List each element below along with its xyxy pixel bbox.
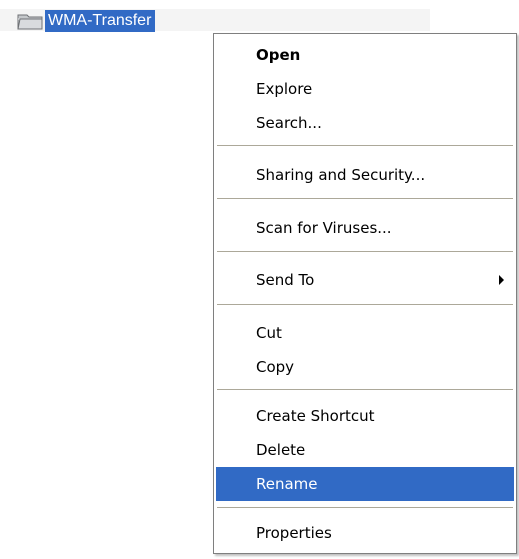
menu-item-properties[interactable]: Properties xyxy=(216,516,514,550)
menu-separator xyxy=(217,251,513,252)
menu-separator xyxy=(217,145,513,146)
context-menu: Open Explore Search... Sharing and Secur… xyxy=(213,33,517,554)
menu-item-label: Sharing and Security... xyxy=(256,166,426,184)
menu-separator xyxy=(217,304,513,305)
menu-item-label: Delete xyxy=(256,441,306,459)
menu-item-cut[interactable]: Cut xyxy=(216,316,514,350)
menu-item-scan-viruses[interactable]: Scan for Viruses... xyxy=(216,211,514,245)
tree-item-wma-transfer[interactable]: WMA-Transfer xyxy=(17,10,156,32)
menu-item-label: Search... xyxy=(256,114,322,132)
menu-item-send-to[interactable]: Send To xyxy=(216,263,514,297)
menu-separator xyxy=(217,198,513,199)
submenu-arrow-icon xyxy=(499,275,504,285)
menu-item-search[interactable]: Search... xyxy=(216,106,514,140)
menu-separator xyxy=(217,507,513,508)
menu-separator xyxy=(217,389,513,390)
menu-item-explore[interactable]: Explore xyxy=(216,72,514,106)
folder-icon xyxy=(17,14,43,30)
menu-item-open[interactable]: Open xyxy=(216,38,514,72)
menu-item-label: Rename xyxy=(256,475,318,493)
menu-item-sharing-security[interactable]: Sharing and Security... xyxy=(216,158,514,192)
menu-item-label: Scan for Viruses... xyxy=(256,219,392,237)
menu-item-label: Explore xyxy=(256,80,313,98)
menu-item-label: Create Shortcut xyxy=(256,407,375,425)
tree-item-label[interactable]: WMA-Transfer xyxy=(45,10,156,32)
menu-item-copy[interactable]: Copy xyxy=(216,350,514,384)
menu-item-create-shortcut[interactable]: Create Shortcut xyxy=(216,399,514,433)
menu-item-label: Send To xyxy=(256,271,315,289)
menu-item-rename[interactable]: Rename xyxy=(216,467,514,501)
menu-item-label: Copy xyxy=(256,358,295,376)
menu-item-delete[interactable]: Delete xyxy=(216,433,514,467)
menu-item-label: Properties xyxy=(256,524,332,542)
menu-item-label: Cut xyxy=(256,324,282,342)
menu-item-label: Open xyxy=(256,46,301,64)
